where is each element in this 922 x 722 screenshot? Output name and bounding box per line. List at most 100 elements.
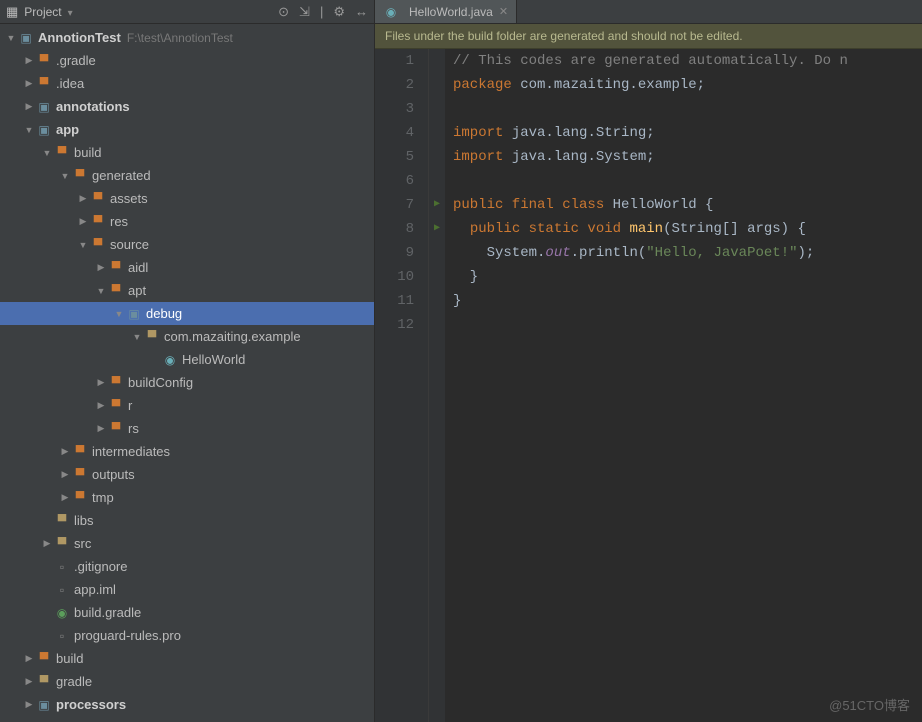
tree-node[interactable]: ▣app [0, 118, 374, 141]
project-tree[interactable]: ▣ AnnotionTest F:\test\AnnotionTest ▀.gr… [0, 24, 374, 722]
expand-arrow[interactable] [22, 699, 36, 710]
code-line[interactable]: package com.mazaiting.example; [453, 73, 922, 97]
line-number: 1 [375, 49, 414, 73]
file-plain-icon: ▫ [54, 628, 70, 644]
code-line[interactable]: public final class HelloWorld { [453, 193, 922, 217]
expand-arrow[interactable] [76, 240, 90, 250]
expand-arrow[interactable] [94, 286, 108, 296]
project-view-dropdown[interactable]: ▾ [68, 4, 272, 19]
expand-arrow[interactable] [94, 262, 108, 273]
folder-red-icon: ▀ [108, 260, 124, 276]
close-icon[interactable]: ✕ [499, 5, 508, 18]
gutter-mark [429, 73, 445, 97]
file-plain-icon: ▫ [54, 582, 70, 598]
tree-node[interactable]: ▀.idea [0, 72, 374, 95]
expand-arrow[interactable] [112, 309, 126, 319]
code-line[interactable]: import java.lang.System; [453, 145, 922, 169]
expand-arrow[interactable] [22, 55, 36, 66]
expand-arrow[interactable] [22, 676, 36, 687]
expand-arrow[interactable] [94, 377, 108, 388]
folder-red-icon: ▀ [90, 237, 106, 253]
sidebar-header: ▦ Project ▾ ⊙ ⇲ | ⚙ ↔ [0, 0, 374, 24]
tree-node[interactable]: ▀intermediates [0, 440, 374, 463]
expand-arrow[interactable] [76, 193, 90, 204]
gutter-mark[interactable]: ▶ [429, 193, 445, 217]
expand-arrow[interactable] [4, 33, 18, 43]
tree-node[interactable]: ▀r [0, 394, 374, 417]
code-line[interactable]: } [453, 289, 922, 313]
expand-arrow[interactable] [94, 400, 108, 411]
tree-node[interactable]: ▣annotations [0, 95, 374, 118]
expand-arrow[interactable] [22, 78, 36, 89]
folder-mod-icon: ▣ [126, 306, 142, 322]
gutter-mark [429, 289, 445, 313]
expand-arrow[interactable] [76, 216, 90, 227]
tree-node[interactable]: ▀assets [0, 187, 374, 210]
expand-arrow[interactable] [58, 469, 72, 480]
tree-node[interactable]: ▣debug [0, 302, 374, 325]
gear-icon[interactable]: ⚙ [333, 4, 345, 20]
tree-root[interactable]: ▣ AnnotionTest F:\test\AnnotionTest [0, 26, 374, 49]
folder-red-icon: ▀ [72, 467, 88, 483]
line-number: 5 [375, 145, 414, 169]
tree-node[interactable]: ▀apt [0, 279, 374, 302]
file-gradle-icon: ◉ [54, 605, 70, 621]
expand-arrow[interactable] [58, 492, 72, 503]
tree-node[interactable]: ▫proguard-rules.pro [0, 624, 374, 647]
tree-node-label: r [128, 398, 132, 413]
tree-node[interactable]: ▀gradle [0, 670, 374, 693]
folder-red-icon: ▀ [36, 53, 52, 69]
tree-node[interactable]: ▀generated [0, 164, 374, 187]
code-line[interactable]: import java.lang.String; [453, 121, 922, 145]
code-line[interactable]: } [453, 265, 922, 289]
expand-arrow[interactable] [40, 538, 54, 549]
expand-arrow[interactable] [58, 171, 72, 181]
code-area[interactable]: 123456789101112 ▶▶ // This codes are gen… [375, 49, 922, 722]
code-line[interactable]: // This codes are generated automaticall… [453, 49, 922, 73]
code-line[interactable]: public static void main(String[] args) { [453, 217, 922, 241]
code-line[interactable] [453, 97, 922, 121]
tree-node[interactable]: ▀tmp [0, 486, 374, 509]
tree-node-label: build [56, 651, 83, 666]
code-line[interactable] [453, 169, 922, 193]
tree-node[interactable]: ▀aidl [0, 256, 374, 279]
code-line[interactable] [453, 313, 922, 337]
locate-icon[interactable]: ⊙ [278, 4, 289, 20]
gutter-mark[interactable]: ▶ [429, 217, 445, 241]
tree-node[interactable]: ▀libs [0, 509, 374, 532]
tree-node-label: build.gradle [74, 605, 141, 620]
expand-arrow[interactable] [130, 332, 144, 342]
expand-arrow[interactable] [58, 446, 72, 457]
collapse-icon[interactable]: ⇲ [299, 4, 310, 20]
code-content[interactable]: // This codes are generated automaticall… [445, 49, 922, 722]
tree-node[interactable]: ▀source [0, 233, 374, 256]
tree-node[interactable]: ▀buildConfig [0, 371, 374, 394]
tree-node[interactable]: ▀outputs [0, 463, 374, 486]
tree-node[interactable]: ▀res [0, 210, 374, 233]
tree-node[interactable]: ▣processors [0, 693, 374, 716]
tree-node[interactable]: ▀build [0, 647, 374, 670]
tree-node[interactable]: ◉ build.gradle [0, 601, 374, 624]
expand-arrow[interactable] [22, 101, 36, 112]
tree-node[interactable]: ◉HelloWorld [0, 348, 374, 371]
expand-arrow[interactable] [22, 653, 36, 664]
tree-node[interactable]: ▀rs [0, 417, 374, 440]
tree-node[interactable]: ▫app.iml [0, 578, 374, 601]
tab-helloworld[interactable]: ◉ HelloWorld.java ✕ [375, 0, 517, 23]
tree-node[interactable]: ▫.gitignore [0, 555, 374, 578]
tree-node-label: assets [110, 191, 148, 206]
expand-arrow[interactable] [40, 148, 54, 158]
folder-red-icon: ▀ [108, 375, 124, 391]
tree-node[interactable]: ▀com.mazaiting.example [0, 325, 374, 348]
tree-node[interactable]: ▀build [0, 141, 374, 164]
tree-node[interactable]: ▀src [0, 532, 374, 555]
code-line[interactable]: System.out.println("Hello, JavaPoet!"); [453, 241, 922, 265]
expand-arrow[interactable] [22, 125, 36, 135]
line-number: 11 [375, 289, 414, 313]
hide-icon[interactable]: ↔ [355, 4, 368, 20]
folder-norm-icon: ▀ [54, 536, 70, 552]
line-number: 6 [375, 169, 414, 193]
module-icon: ▣ [18, 30, 34, 46]
tree-node[interactable]: ▀.gradle [0, 49, 374, 72]
expand-arrow[interactable] [94, 423, 108, 434]
